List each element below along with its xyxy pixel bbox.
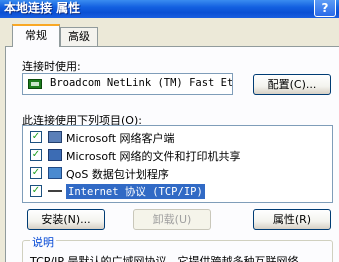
connect-using-label: 连接时使用:: [22, 60, 81, 73]
tab-general[interactable]: 常规: [12, 24, 60, 47]
install-button[interactable]: 安装(N)...: [27, 209, 105, 230]
network-client-icon: [48, 131, 62, 143]
checkbox[interactable]: ✓: [30, 185, 42, 197]
components-list[interactable]: ✓ Microsoft 网络客户端 ✓ Microsoft 网络的文件和打印机共…: [22, 125, 333, 203]
tab-advanced[interactable]: 高级: [60, 27, 98, 46]
list-item-label: Microsoft 网络客户端: [66, 132, 175, 145]
protocol-icon: [48, 185, 62, 197]
file-share-icon: [48, 149, 62, 161]
adapter-field: Broadcom NetLink (TM) Fast Eth: [22, 73, 233, 95]
list-item[interactable]: ✓ Microsoft 网络的文件和打印机共享: [23, 147, 332, 163]
list-item-label: Internet 协议 (TCP/IP): [66, 184, 205, 199]
checkbox[interactable]: ✓: [30, 167, 42, 179]
properties-button[interactable]: 属性(R): [253, 209, 331, 230]
list-item[interactable]: ✓ Microsoft 网络客户端: [23, 129, 332, 145]
description-text: TCP/IP 是默认的广域网协议。它提供跨越多种互联网络: [30, 255, 299, 262]
list-item[interactable]: ✓ QoS 数据包计划程序: [23, 165, 332, 181]
configure-button[interactable]: 配置(C)...: [253, 74, 331, 95]
checkbox[interactable]: ✓: [30, 149, 42, 161]
uninstall-button[interactable]: 卸载(U): [133, 209, 211, 230]
adapter-name: Broadcom NetLink (TM) Fast Eth: [50, 77, 233, 89]
checkbox[interactable]: ✓: [30, 131, 42, 143]
help-button[interactable]: ?: [314, 0, 336, 17]
list-item-label: Microsoft 网络的文件和打印机共享: [66, 150, 241, 163]
description-title: 说明: [30, 234, 56, 250]
network-adapter-icon: [28, 79, 42, 89]
title-bar[interactable]: 本地连接 属性 ?: [0, 0, 339, 18]
list-item-selected[interactable]: ✓ Internet 协议 (TCP/IP): [23, 183, 332, 199]
qos-icon: [48, 167, 62, 179]
list-item-label: QoS 数据包计划程序: [66, 168, 169, 181]
window-title: 本地连接 属性: [4, 1, 81, 15]
